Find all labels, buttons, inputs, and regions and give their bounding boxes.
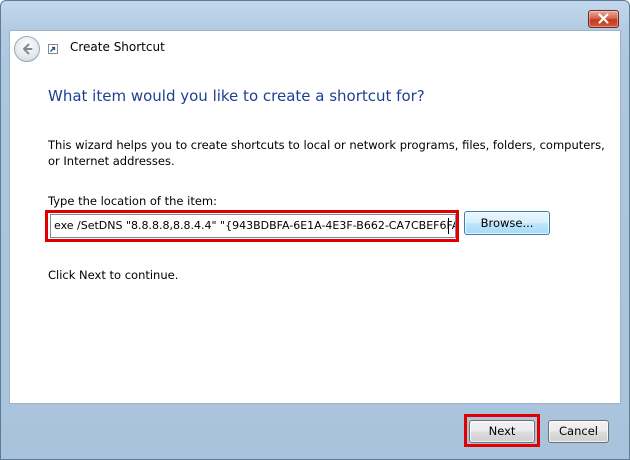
window-title: Create Shortcut (70, 40, 165, 54)
text-caret (448, 218, 449, 234)
wizard-description: This wizard helps you to create shortcut… (48, 138, 605, 168)
back-button[interactable] (14, 36, 40, 62)
shortcut-icon (48, 44, 58, 54)
back-arrow-icon (23, 43, 33, 55)
location-input[interactable]: exe /SetDNS "8.8.8.8,8.8.4.4" "{943BDBFA… (50, 214, 456, 238)
close-button[interactable] (588, 10, 619, 28)
continue-instruction: Click Next to continue. (48, 268, 179, 282)
create-shortcut-window: Create Shortcut What item would you like… (0, 0, 630, 460)
cancel-button[interactable]: Cancel (548, 420, 609, 443)
wizard-content: Create Shortcut What item would you like… (9, 30, 621, 404)
next-button[interactable]: Next (469, 420, 535, 443)
browse-button[interactable]: Browse... (464, 211, 550, 235)
page-heading: What item would you like to create a sho… (48, 87, 425, 105)
location-label: Type the location of the item: (48, 194, 218, 208)
close-icon (598, 13, 609, 24)
